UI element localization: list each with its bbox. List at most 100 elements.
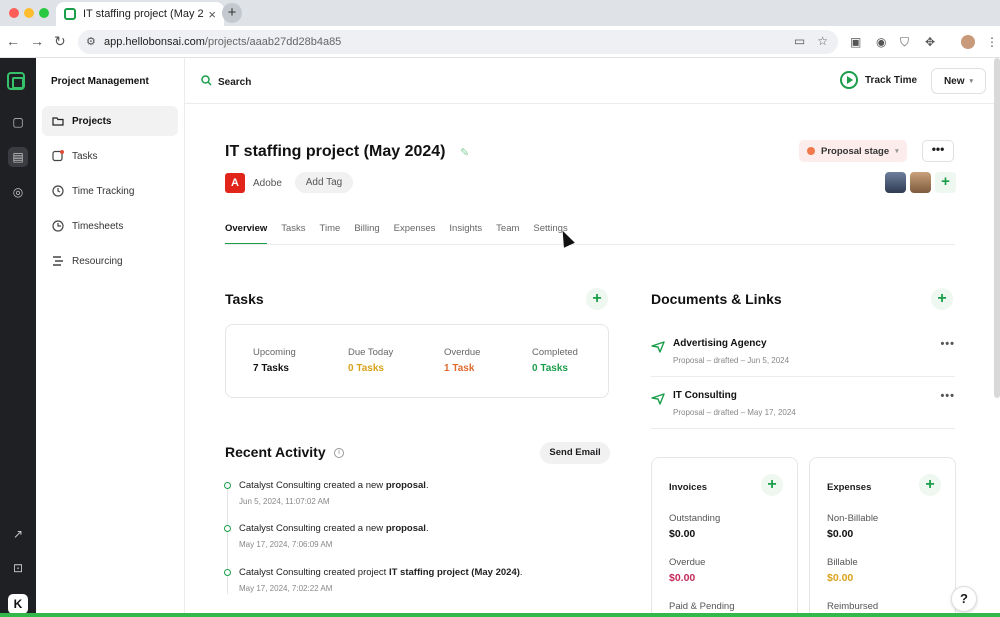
divider xyxy=(651,428,955,429)
play-icon xyxy=(840,71,858,89)
task-stat-label: Completed xyxy=(532,347,578,358)
reload-icon[interactable]: ↻ xyxy=(54,33,66,50)
send-email-button[interactable]: Send Email xyxy=(540,442,610,464)
chevron-down-icon: ▾ xyxy=(969,78,974,85)
avatar[interactable] xyxy=(910,172,931,193)
clients-icon[interactable]: ▢ xyxy=(8,112,28,132)
stage-dropdown[interactable]: Proposal stage ▾ xyxy=(799,140,907,162)
activity-timeline xyxy=(227,484,228,594)
task-stat-value[interactable]: 0 Tasks xyxy=(348,363,384,374)
tab-time[interactable]: Time xyxy=(320,223,341,245)
sidebar-item-resourcing[interactable]: Resourcing xyxy=(42,246,178,276)
reports-icon[interactable]: ↗ xyxy=(8,524,28,544)
edit-pencil-icon[interactable]: ✎ xyxy=(460,146,469,159)
expenses-card: Expenses + Non-Billable $0.00 Billable $… xyxy=(809,457,956,617)
expense-label: Billable xyxy=(827,557,858,568)
search-icon xyxy=(201,75,212,89)
document-meta: Proposal – drafted – Jun 5, 2024 xyxy=(673,356,790,365)
tab-close-icon[interactable]: × xyxy=(208,7,216,22)
activity-text: Catalyst Consulting created project IT s… xyxy=(239,567,523,578)
bookmark-star-icon[interactable]: ☆ xyxy=(817,34,828,48)
card-title: Invoices xyxy=(669,482,708,493)
document-item[interactable]: Advertising Agency Proposal – drafted – … xyxy=(651,338,955,390)
activity-date: May 17, 2024, 7:02:22 AM xyxy=(239,584,333,593)
close-window-button[interactable] xyxy=(9,8,19,18)
projects-nav-icon[interactable]: ▤ xyxy=(8,147,28,167)
tab-divider xyxy=(225,244,955,245)
page-title: IT staffing project (May 2024) xyxy=(225,143,446,160)
activity-text: Catalyst Consulting created a new propos… xyxy=(239,523,429,534)
task-stat-value[interactable]: 0 Tasks xyxy=(532,363,568,374)
task-stat-value[interactable]: 1 Task xyxy=(444,363,474,374)
cast-icon[interactable]: ▭ xyxy=(794,34,805,48)
workspace-icon[interactable]: K xyxy=(8,594,28,614)
invoice-label: Paid & Pending xyxy=(669,601,735,612)
tab-overview[interactable]: Overview xyxy=(225,223,268,245)
maximize-window-button[interactable] xyxy=(39,8,49,18)
expense-value: $0.00 xyxy=(827,572,854,584)
expense-label: Non-Billable xyxy=(827,513,879,524)
password-manager-icon[interactable]: ◉ xyxy=(876,35,886,49)
sidebar-item-label: Timesheets xyxy=(72,220,124,232)
resourcing-icon xyxy=(52,255,64,267)
tab-insights[interactable]: Insights xyxy=(449,223,482,245)
track-time-button[interactable]: Track Time xyxy=(840,71,917,89)
info-icon[interactable]: i xyxy=(334,448,344,458)
sidebar-item-tasks[interactable]: Tasks xyxy=(42,141,178,171)
sidebar-item-label: Projects xyxy=(72,115,112,127)
avatar[interactable] xyxy=(885,172,906,193)
site-settings-icon[interactable]: ⚙ xyxy=(86,35,96,48)
sidebar-item-timesheets[interactable]: Timesheets xyxy=(42,211,178,241)
url-path: /projects/aaab27dd28b4a85 xyxy=(204,36,342,48)
more-options-button[interactable]: ••• xyxy=(922,140,954,162)
adobe-logo-icon: A xyxy=(225,173,245,193)
more-dots-icon[interactable]: ••• xyxy=(940,390,955,402)
documents-heading: Documents & Links xyxy=(651,291,782,307)
sidebar-item-time-tracking[interactable]: Time Tracking xyxy=(42,176,178,206)
scrollbar[interactable] xyxy=(994,58,1000,398)
new-button[interactable]: New ▾ xyxy=(931,68,986,94)
add-member-button[interactable]: + xyxy=(935,172,956,193)
expense-value: $0.00 xyxy=(827,528,854,540)
invoice-value: $0.00 xyxy=(669,572,696,584)
add-task-button[interactable]: + xyxy=(586,288,608,310)
tasks-heading: Tasks xyxy=(225,291,264,307)
extension-icon[interactable]: ▣ xyxy=(850,35,861,49)
more-dots-icon[interactable]: ••• xyxy=(940,338,955,350)
tab-billing[interactable]: Billing xyxy=(354,223,379,245)
finance-icon[interactable]: ◎ xyxy=(8,182,28,202)
browser-menu-icon[interactable]: ⋮ xyxy=(986,35,998,49)
forward-arrow-icon[interactable]: → xyxy=(30,33,44,49)
puzzle-extensions-icon[interactable]: ✥ xyxy=(925,35,935,49)
sidebar-item-label: Resourcing xyxy=(72,255,123,267)
shield-icon[interactable]: ⛉ xyxy=(900,35,909,50)
tab-team[interactable]: Team xyxy=(496,223,519,245)
add-document-button[interactable]: + xyxy=(931,288,953,310)
tab-tasks[interactable]: Tasks xyxy=(281,223,305,245)
document-item[interactable]: IT Consulting Proposal – drafted – May 1… xyxy=(651,390,955,442)
add-tag-button[interactable]: Add Tag xyxy=(295,172,353,193)
search-button[interactable]: Search xyxy=(201,75,251,89)
task-stat-label: Overdue xyxy=(444,347,481,358)
new-tab-button[interactable]: + xyxy=(222,3,242,23)
invoice-label: Overdue xyxy=(669,557,706,568)
invoice-value: $0.00 xyxy=(669,528,696,540)
activity-date: May 17, 2024, 7:06:09 AM xyxy=(239,540,333,549)
sidebar-item-projects[interactable]: Projects xyxy=(42,106,178,136)
minimize-window-button[interactable] xyxy=(24,8,34,18)
chevron-down-icon: ▾ xyxy=(895,148,899,155)
profile-avatar[interactable] xyxy=(961,35,975,49)
add-expense-button[interactable]: + xyxy=(919,474,941,496)
browser-tab[interactable]: IT staffing project (May 2024 × xyxy=(56,2,224,26)
add-invoice-button[interactable]: + xyxy=(761,474,783,496)
client-name[interactable]: Adobe xyxy=(253,178,282,189)
folder-icon xyxy=(52,115,64,127)
tab-expenses[interactable]: Expenses xyxy=(394,223,436,245)
address-bar[interactable]: ⚙ app.hellobonsai.com/projects/aaab27dd2… xyxy=(78,30,838,54)
help-button[interactable]: ? xyxy=(951,586,977,612)
document-meta: Proposal – drafted – May 17, 2024 xyxy=(673,408,796,417)
task-stat-value[interactable]: 7 Tasks xyxy=(253,363,289,374)
bonsai-logo-icon[interactable] xyxy=(7,72,25,90)
back-arrow-icon[interactable]: ← xyxy=(6,33,20,49)
integrations-icon[interactable]: ⊡ xyxy=(8,558,28,578)
